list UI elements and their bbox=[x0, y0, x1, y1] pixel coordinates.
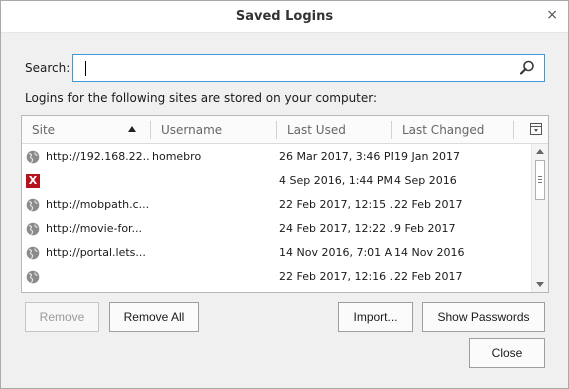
cell-last-changed: 4 Sep 2016 bbox=[394, 174, 457, 187]
table-row[interactable]: http://portal.lets... 14 Nov 2016, 7:01 A… bbox=[22, 241, 530, 265]
column-header-last-used[interactable]: Last Used bbox=[277, 116, 391, 144]
cell-site: http://192.168.22.... bbox=[46, 150, 150, 163]
remove-button[interactable]: Remove bbox=[25, 302, 99, 332]
cell-username bbox=[152, 241, 272, 265]
globe-icon bbox=[26, 150, 40, 164]
cell-last-used: 22 Feb 2017, 12:15 ... bbox=[279, 198, 393, 211]
dialog-title: Saved Logins bbox=[235, 9, 334, 24]
text-caret bbox=[85, 61, 86, 76]
cell-site bbox=[46, 169, 150, 193]
cell-last-changed: 22 Feb 2017 bbox=[394, 198, 463, 211]
cell-last-used: 14 Nov 2016, 7:01 A... bbox=[279, 246, 393, 259]
info-text: Logins for the following sites are store… bbox=[25, 91, 378, 105]
red-x-icon: X bbox=[26, 174, 40, 188]
globe-icon bbox=[26, 222, 40, 236]
logins-table[interactable]: Site Username Last Used Last Changed htt… bbox=[21, 115, 549, 293]
cell-last-changed: 14 Nov 2016 bbox=[394, 246, 465, 259]
remove-all-button[interactable]: Remove All bbox=[109, 302, 199, 332]
table-row[interactable]: X 4 Sep 2016, 1:44 PM 4 Sep 2016 bbox=[22, 169, 530, 193]
show-passwords-button[interactable]: Show Passwords bbox=[422, 302, 545, 332]
cell-username bbox=[152, 217, 272, 241]
table-header: Site Username Last Used Last Changed bbox=[22, 116, 548, 144]
column-picker-icon[interactable] bbox=[530, 123, 542, 135]
scroll-down-arrow-icon[interactable] bbox=[536, 282, 544, 287]
scrollbar-thumb[interactable] bbox=[535, 160, 545, 200]
search-label: Search: bbox=[25, 61, 71, 75]
cell-last-used: 26 Mar 2017, 3:46 PM bbox=[279, 150, 393, 163]
column-separator bbox=[513, 121, 514, 139]
sort-ascending-icon bbox=[128, 126, 136, 132]
cell-site: http://mobpath.c... bbox=[46, 198, 150, 211]
grip-line bbox=[538, 182, 542, 183]
cell-username: homebro bbox=[152, 150, 202, 163]
globe-icon bbox=[26, 246, 40, 260]
titlebar: Saved Logins × bbox=[1, 1, 568, 33]
scroll-up-arrow-icon[interactable] bbox=[536, 149, 544, 154]
cell-last-changed: 9 Feb 2017 bbox=[394, 222, 456, 235]
search-icon[interactable] bbox=[518, 59, 536, 77]
globe-icon bbox=[26, 270, 40, 284]
table-row[interactable]: 22 Feb 2017, 12:16 ... 22 Feb 2017 bbox=[22, 265, 530, 289]
cell-username bbox=[152, 193, 272, 217]
saved-logins-dialog: Saved Logins × Search: Logins for the fo… bbox=[0, 0, 569, 389]
cell-site bbox=[46, 265, 150, 289]
cell-username bbox=[152, 169, 272, 193]
cell-last-used: 22 Feb 2017, 12:16 ... bbox=[279, 270, 393, 283]
table-row[interactable]: http://mobpath.c... 22 Feb 2017, 12:15 ..… bbox=[22, 193, 530, 217]
cell-last-changed: 22 Feb 2017 bbox=[394, 270, 463, 283]
search-input[interactable] bbox=[72, 54, 545, 82]
cell-site: http://portal.lets... bbox=[46, 246, 146, 259]
close-button[interactable]: Close bbox=[469, 338, 545, 368]
column-header-last-changed[interactable]: Last Changed bbox=[392, 116, 512, 144]
globe-icon bbox=[26, 198, 40, 212]
grip-line bbox=[538, 179, 542, 180]
column-header-username[interactable]: Username bbox=[151, 116, 276, 144]
close-icon[interactable]: × bbox=[546, 7, 558, 23]
cell-site: http://movie-for... bbox=[46, 222, 143, 235]
grip-line bbox=[538, 176, 542, 177]
table-row[interactable]: http://192.168.22.... homebro 26 Mar 2017,… bbox=[22, 145, 530, 169]
table-body: http://192.168.22.... homebro 26 Mar 2017,… bbox=[22, 145, 530, 289]
table-row[interactable]: http://movie-for... 24 Feb 2017, 12:22 ..… bbox=[22, 217, 530, 241]
cell-last-changed: 19 Jan 2017 bbox=[394, 150, 460, 163]
cell-last-used: 24 Feb 2017, 12:22 ... bbox=[279, 222, 393, 235]
vertical-scrollbar[interactable] bbox=[531, 144, 548, 292]
cell-username bbox=[152, 265, 272, 289]
cell-last-used: 4 Sep 2016, 1:44 PM bbox=[279, 174, 393, 187]
import-button[interactable]: Import... bbox=[338, 302, 413, 332]
